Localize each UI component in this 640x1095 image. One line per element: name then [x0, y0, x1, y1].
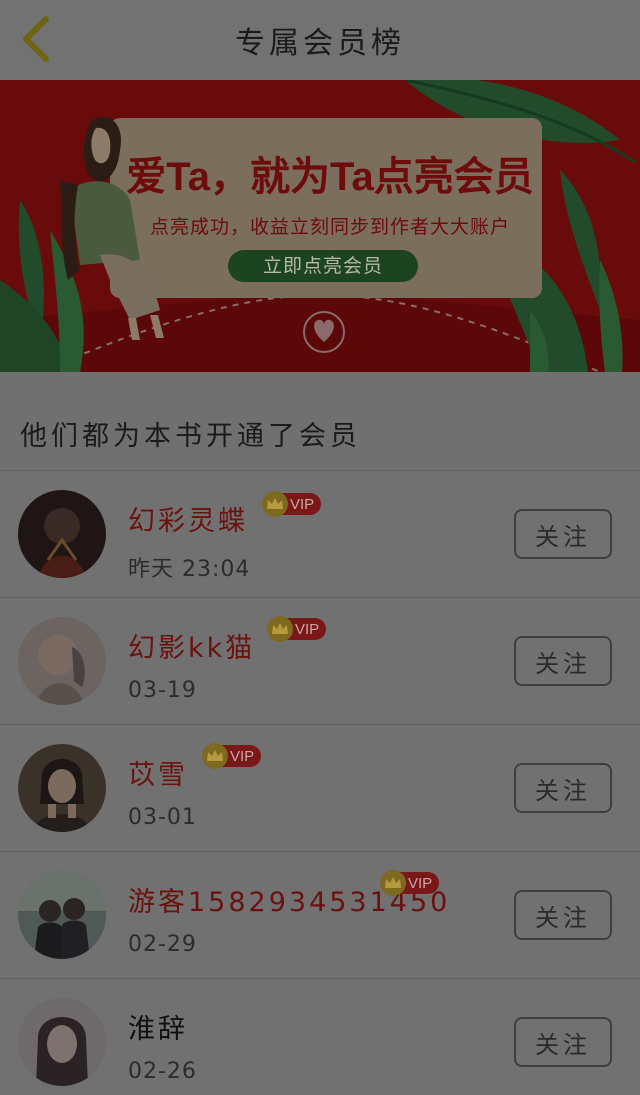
follow-button[interactable]: 关注: [514, 636, 612, 686]
page-title: 专属会员榜: [235, 26, 405, 61]
avatar[interactable]: [18, 744, 106, 832]
vip-label: VIP: [408, 874, 433, 892]
avatar[interactable]: [18, 490, 106, 578]
member-name[interactable]: 苡雪: [128, 753, 188, 792]
member-name[interactable]: 幻彩灵蝶: [128, 499, 248, 538]
crown-icon: [262, 491, 288, 517]
banner-headline: 爱Ta，就为Ta点亮会员: [126, 155, 534, 199]
list-item[interactable]: 幻影kk猫 VIP 03-19 关注: [0, 597, 640, 724]
follow-button[interactable]: 关注: [514, 1017, 612, 1067]
member-time: 03-01: [128, 805, 197, 830]
list-item[interactable]: 苡雪 VIP 03-01 关注: [0, 724, 640, 851]
vip-badge: VIP: [267, 616, 326, 642]
vip-badge: VIP: [202, 743, 261, 769]
back-button[interactable]: [14, 14, 58, 64]
member-time: 昨天 23:04: [128, 557, 251, 582]
chevron-left-icon: [23, 16, 49, 62]
vip-badge: VIP: [262, 491, 321, 517]
activate-membership-button[interactable]: 立即点亮会员: [228, 250, 418, 282]
top-navbar: 专属会员榜: [0, 0, 640, 80]
follow-button[interactable]: 关注: [514, 509, 612, 559]
member-list: 幻彩灵蝶 VIP 昨天 23:04 关注 幻影kk猫 VIP 03-19 关注 …: [0, 470, 640, 1095]
member-time: 03-19: [128, 678, 197, 703]
crown-icon: [267, 616, 293, 642]
vip-badge: VIP: [380, 870, 439, 896]
follow-button[interactable]: 关注: [514, 763, 612, 813]
list-item[interactable]: 幻彩灵蝶 VIP 昨天 23:04 关注: [0, 470, 640, 597]
section-title: 他们都为本书开通了会员: [20, 421, 361, 452]
avatar[interactable]: [18, 617, 106, 705]
vip-label: VIP: [290, 495, 315, 513]
follow-button[interactable]: 关注: [514, 890, 612, 940]
vip-label: VIP: [230, 747, 255, 765]
avatar[interactable]: [18, 998, 106, 1086]
list-item[interactable]: 游客1582934531450 VIP 02-29 关注: [0, 851, 640, 978]
crown-icon: [380, 870, 406, 896]
crown-icon: [202, 743, 228, 769]
list-item[interactable]: 淮辞 02-26 关注: [0, 978, 640, 1095]
member-name[interactable]: 淮辞: [128, 1007, 188, 1046]
member-name[interactable]: 幻影kk猫: [128, 626, 255, 665]
banner-subtitle: 点亮成功，收益立刻同步到作者大大账户: [149, 216, 510, 238]
promo-banner[interactable]: 爱Ta，就为Ta点亮会员 点亮成功，收益立刻同步到作者大大账户 立即点亮会员: [0, 80, 640, 372]
vip-label: VIP: [295, 620, 320, 638]
member-time: 02-29: [128, 932, 197, 957]
member-time: 02-26: [128, 1059, 197, 1084]
avatar[interactable]: [18, 871, 106, 959]
